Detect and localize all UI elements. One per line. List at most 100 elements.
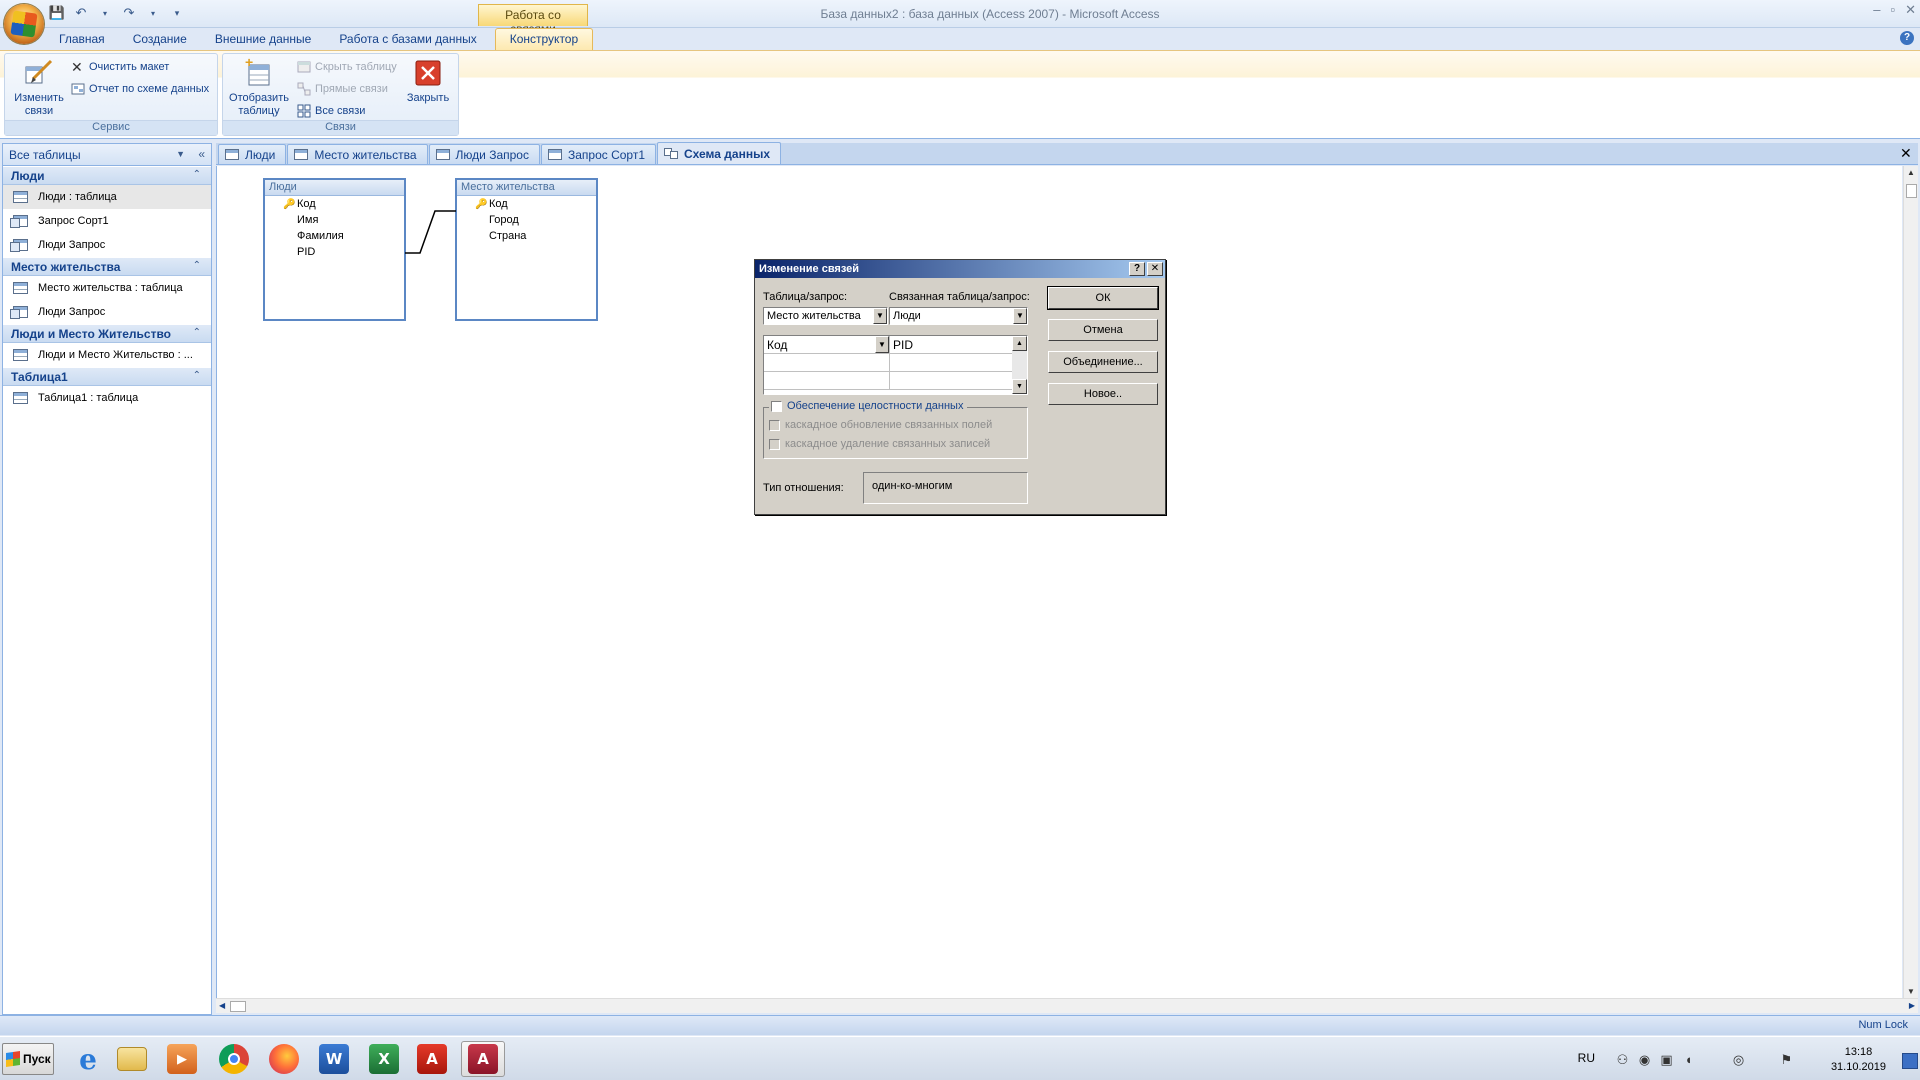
nav-item[interactable]: Люди Запрос <box>3 233 211 257</box>
checkbox-box[interactable] <box>771 400 782 412</box>
scroll-up-icon[interactable]: ▲ <box>1907 168 1915 177</box>
grid-scrollbar[interactable]: ▲ ▼ <box>1012 336 1027 394</box>
schema-report-button[interactable]: Отчет по схеме данных <box>71 82 209 96</box>
field-left-select[interactable]: Код ▼ <box>764 336 890 354</box>
chevron-down-icon[interactable]: ▼ <box>875 336 889 353</box>
close-icon[interactable]: ✕ <box>1905 2 1916 18</box>
table-query-select[interactable]: Место жительства ▼ <box>763 307 888 325</box>
checkbox-box[interactable] <box>769 438 780 450</box>
nav-item[interactable]: Таблица1 : таблица <box>3 386 211 410</box>
field-list-item[interactable]: 🔑 Код <box>457 196 596 212</box>
taskbar-app-explorer[interactable] <box>110 1041 154 1077</box>
scroll-right-icon[interactable]: ▶ <box>1909 1001 1915 1010</box>
close-schema-button[interactable]: Закрыть <box>403 57 453 105</box>
relationship-line[interactable] <box>405 206 457 266</box>
hide-table-button[interactable]: Скрыть таблицу <box>297 60 397 74</box>
show-desktop-button[interactable] <box>1902 1053 1918 1069</box>
taskbar-app-firefox[interactable] <box>262 1041 306 1077</box>
nav-group-header[interactable]: Место жительства ⌃ <box>3 257 211 276</box>
field-list-title[interactable]: Люди <box>265 180 404 196</box>
language-indicator[interactable]: RU <box>1578 1051 1595 1065</box>
scroll-left-icon[interactable]: ◀ <box>219 1001 225 1010</box>
nav-group-header[interactable]: Люди ⌃ <box>3 166 211 185</box>
help-icon[interactable]: ? <box>1900 31 1914 45</box>
tab-home[interactable]: Главная <box>45 29 119 50</box>
tab-create[interactable]: Создание <box>119 29 201 50</box>
scroll-down-icon[interactable]: ▼ <box>1012 379 1027 394</box>
tab-design[interactable]: Конструктор <box>494 28 594 50</box>
minimize-icon[interactable]: – <box>1873 2 1880 18</box>
field-list-item[interactable]: Город <box>457 212 596 228</box>
nav-item[interactable]: Люди : таблица <box>3 185 211 209</box>
nav-group-header[interactable]: Таблица1 ⌃ <box>3 367 211 386</box>
scroll-thumb[interactable] <box>230 1001 246 1012</box>
grid-empty-cell[interactable] <box>764 354 890 372</box>
action-center-flag-icon[interactable]: ⚑ <box>1779 1052 1794 1067</box>
tray-app-icon[interactable]: ◉ <box>1637 1052 1652 1067</box>
chevron-down-icon[interactable]: ▼ <box>1013 308 1027 324</box>
collapse-group-icon[interactable]: ⌃ <box>193 169 201 180</box>
ok-button[interactable]: ОК <box>1047 286 1159 310</box>
tab-external-data[interactable]: Внешние данные <box>201 29 326 50</box>
create-new-button[interactable]: Новое.. <box>1048 383 1158 405</box>
cancel-button[interactable]: Отмена <box>1048 319 1158 341</box>
checkbox-box[interactable] <box>769 419 780 431</box>
nav-item[interactable]: Запрос Сорт1 <box>3 209 211 233</box>
grid-empty-cell[interactable] <box>890 354 1014 372</box>
field-right-cell[interactable]: PID <box>890 336 1014 354</box>
volume-icon[interactable]: ◖ <box>1681 1052 1696 1067</box>
tray-monitor-icon[interactable]: ▣ <box>1659 1052 1674 1067</box>
nav-header[interactable]: Все таблицы ▼ « <box>3 144 211 166</box>
all-links-button[interactable]: Все связи <box>297 104 365 118</box>
restore-icon[interactable]: ▫ <box>1890 2 1895 18</box>
taskbar-app-excel[interactable]: X <box>362 1041 406 1077</box>
document-tab[interactable]: Схема данных <box>657 142 781 164</box>
cascade-update-checkbox[interactable]: каскадное обновление связанных полей <box>769 419 992 431</box>
nav-item[interactable]: Люди и Место Жительство : ... <box>3 343 211 367</box>
nav-group-header[interactable]: Люди и Место Жительство ⌃ <box>3 324 211 343</box>
taskbar-app-word[interactable]: W <box>312 1041 356 1077</box>
network-icon[interactable]: ⚇ <box>1615 1052 1630 1067</box>
clock[interactable]: 13:18 31.10.2019 <box>1831 1045 1886 1075</box>
document-tab[interactable]: Люди <box>218 144 287 164</box>
grid-empty-cell[interactable] <box>764 372 890 390</box>
collapse-group-icon[interactable]: ⌃ <box>193 327 201 338</box>
join-type-button[interactable]: Объединение... <box>1048 351 1158 373</box>
field-list-title[interactable]: Место жительства <box>457 180 596 196</box>
scroll-thumb[interactable] <box>1906 184 1917 198</box>
office-button[interactable] <box>4 4 44 44</box>
close-document-icon[interactable]: ✕ <box>1900 145 1912 162</box>
scroll-up-icon[interactable]: ▲ <box>1012 336 1027 351</box>
dialog-close-button[interactable]: ✕ <box>1147 262 1163 276</box>
nav-dropdown-icon[interactable]: ▼ <box>176 149 185 159</box>
nav-collapse-icon[interactable]: « <box>198 147 205 161</box>
collapse-group-icon[interactable]: ⌃ <box>193 370 201 381</box>
taskbar-app-chrome[interactable] <box>212 1041 256 1077</box>
show-table-button[interactable]: + Отобразить таблицу <box>227 54 291 118</box>
document-tab[interactable]: Место жительства <box>287 144 428 164</box>
field-list-item[interactable]: 🔑 Код <box>265 196 404 212</box>
nav-item[interactable]: Люди Запрос <box>3 300 211 324</box>
taskbar-app-access[interactable]: A <box>461 1041 505 1077</box>
field-list-residence[interactable]: Место жительства 🔑 Код Город Страна <box>455 178 598 321</box>
document-tab[interactable]: Люди Запрос <box>428 144 540 164</box>
nav-item[interactable]: Место жительства : таблица <box>3 276 211 300</box>
tray-disc-icon[interactable]: ◎ <box>1731 1052 1746 1067</box>
field-list-people[interactable]: Люди 🔑 Код Имя Фамилия PID <box>263 178 406 321</box>
clear-layout-button[interactable]: ✕ Очистить макет <box>71 60 169 74</box>
field-list-item[interactable]: Страна <box>457 228 596 244</box>
document-tab[interactable]: Запрос Сорт1 <box>540 144 656 164</box>
related-table-select[interactable]: Люди ▼ <box>889 307 1028 325</box>
field-list-item[interactable]: PID <box>265 244 404 260</box>
field-list-item[interactable]: Фамилия <box>265 228 404 244</box>
tab-database-tools[interactable]: Работа с базами данных <box>325 29 490 50</box>
cascade-delete-checkbox[interactable]: каскадное удаление связанных записей <box>769 438 990 450</box>
dialog-help-button[interactable]: ? <box>1129 262 1145 276</box>
field-list-item[interactable]: Имя <box>265 212 404 228</box>
chevron-down-icon[interactable]: ▼ <box>873 308 887 324</box>
workspace-horizontal-scrollbar[interactable]: ◀ ▶ <box>216 998 1918 1013</box>
edit-links-button[interactable]: Изменить связи <box>9 57 69 118</box>
workspace-vertical-scrollbar[interactable]: ▲ ▼ <box>1903 166 1918 998</box>
grid-empty-cell[interactable] <box>890 372 1014 390</box>
relationships-workspace[interactable]: Люди 🔑 Код Имя Фамилия PID Место жительства … <box>216 166 1902 998</box>
